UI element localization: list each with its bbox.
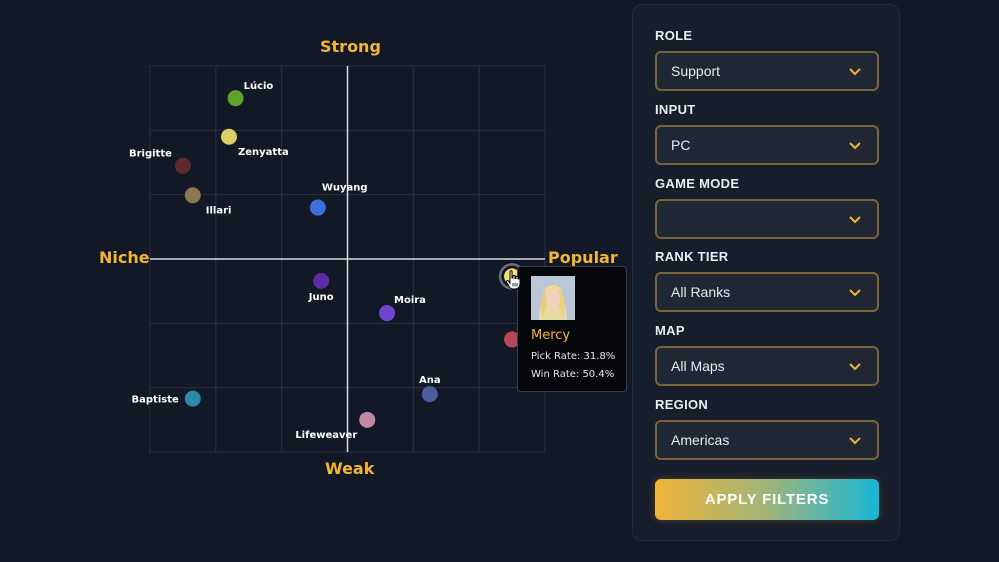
input-select[interactable]: PC <box>655 125 879 165</box>
hero-tooltip: Mercy Pick Rate: 31.8% Win Rate: 50.4% <box>517 266 627 392</box>
point-brigitte[interactable] <box>174 157 191 174</box>
filter-label-region: REGION <box>655 397 709 412</box>
role-select[interactable]: Support <box>655 51 879 91</box>
region-select-value: Americas <box>671 432 730 448</box>
point-label-illari: Illari <box>206 205 232 216</box>
point-ana[interactable] <box>421 386 438 403</box>
point-label-zenyatta: Zenyatta <box>238 147 289 158</box>
axis-label-popular: Popular <box>548 248 618 267</box>
axis-label-niche: Niche <box>99 248 150 267</box>
filter-label-rank-tier: RANK TIER <box>655 249 729 264</box>
filter-label-input: INPUT <box>655 102 696 117</box>
filter-label-game-mode: GAME MODE <box>655 176 740 191</box>
tooltip-win-rate: Win Rate: 50.4% <box>531 369 615 380</box>
game-mode-select[interactable] <box>655 199 879 239</box>
chevron-down-icon <box>849 142 861 150</box>
chevron-down-icon <box>849 68 861 76</box>
chart-points: Lúcio Zenyatta Brigitte Illari Wuyang Juno Moi… <box>129 80 559 441</box>
point-label-baptiste: Baptiste <box>132 395 179 406</box>
hero-portrait <box>531 276 575 320</box>
hand-cursor-icon <box>505 270 521 290</box>
axis-label-weak: Weak <box>325 459 375 478</box>
apply-filters-button[interactable]: APPLY FILTERS <box>655 479 879 520</box>
filter-label-map: MAP <box>655 323 685 338</box>
point-baptiste[interactable] <box>184 390 201 407</box>
point-label-lifeweaver: Lifeweaver <box>295 430 357 441</box>
map-select-value: All Maps <box>671 358 725 374</box>
chevron-down-icon <box>849 216 861 224</box>
point-wuyang[interactable] <box>309 199 326 216</box>
rank-tier-select[interactable]: All Ranks <box>655 272 879 312</box>
input-select-value: PC <box>671 137 691 153</box>
chart-axes <box>150 66 545 452</box>
point-label-wuyang: Wuyang <box>322 183 368 194</box>
point-lcio[interactable] <box>227 90 244 107</box>
point-juno[interactable] <box>313 272 330 289</box>
tier-chart: Lúcio Zenyatta Brigitte Illari Wuyang Juno Moi… <box>0 0 630 562</box>
point-label-brigitte: Brigitte <box>129 149 172 160</box>
point-moira[interactable] <box>379 305 395 322</box>
chevron-down-icon <box>849 289 861 297</box>
chevron-down-icon <box>849 363 861 371</box>
point-illari[interactable] <box>184 187 201 204</box>
point-label-lcio: Lúcio <box>244 80 274 92</box>
rank-tier-select-value: All Ranks <box>671 284 731 300</box>
filter-label-role: ROLE <box>655 28 693 43</box>
chevron-down-icon <box>849 437 861 445</box>
filter-panel: ROLE Support INPUT PC GAME MODE RANK TIE… <box>632 4 900 541</box>
tooltip-hero-name: Mercy <box>531 328 571 343</box>
point-label-ana: Ana <box>419 375 441 386</box>
point-lifeweaver[interactable] <box>359 411 376 428</box>
point-zenyatta[interactable] <box>221 128 237 145</box>
map-select[interactable]: All Maps <box>655 346 879 386</box>
point-label-moira: Moira <box>394 295 426 306</box>
region-select[interactable]: Americas <box>655 420 879 460</box>
role-select-value: Support <box>671 63 721 79</box>
point-label-juno: Juno <box>308 292 334 303</box>
tooltip-pick-rate: Pick Rate: 31.8% <box>531 351 616 362</box>
axis-label-strong: Strong <box>320 37 381 56</box>
